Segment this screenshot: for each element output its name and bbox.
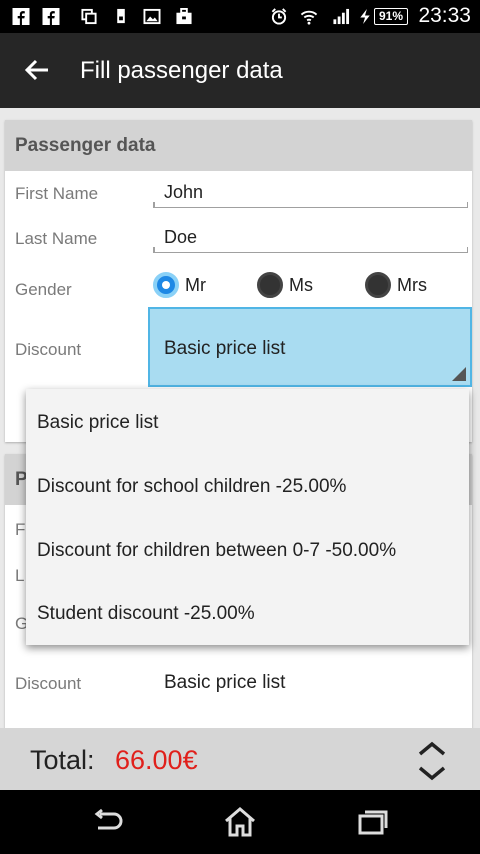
- charging-icon: [360, 8, 370, 25]
- signal-icon: [333, 8, 350, 25]
- gender-label: Gender: [15, 280, 72, 299]
- radio-selected-icon: [153, 272, 179, 298]
- gender-radio-ms[interactable]: Ms: [257, 272, 313, 298]
- last-name-label: Last Name: [15, 229, 98, 248]
- discount-label: Discount: [15, 340, 82, 359]
- recent-apps-icon[interactable]: [355, 806, 391, 838]
- copy-icon: [81, 8, 97, 25]
- gender-radio-mrs[interactable]: Mrs: [365, 272, 427, 298]
- radio-unselected-icon: [257, 272, 283, 298]
- navigation-bar: [0, 790, 480, 854]
- first-name-label: First Name: [15, 184, 99, 203]
- back-icon[interactable]: [90, 806, 126, 838]
- arrow-left-icon[interactable]: [22, 55, 52, 85]
- image-icon: [143, 8, 161, 25]
- section-title: Passenger data: [5, 120, 472, 171]
- gender-radio-mr[interactable]: Mr: [153, 272, 206, 298]
- discount-value-2[interactable]: Basic price list: [164, 672, 285, 694]
- first-name-row: First Name John: [5, 182, 472, 222]
- total-bar: Total: 66.00€: [0, 728, 480, 790]
- action-bar: Fill passenger data: [0, 33, 480, 108]
- first-name-field[interactable]: John: [153, 182, 468, 208]
- gender-row: Gender Mr Ms Mrs: [5, 272, 472, 312]
- dropdown-triangle-icon: [452, 367, 466, 381]
- last-name-field[interactable]: Doe: [153, 227, 468, 253]
- dropdown-option[interactable]: Discount for school children -25.00%: [26, 455, 469, 519]
- radio-unselected-icon: [365, 272, 391, 298]
- total-label: Total:: [30, 745, 95, 775]
- expand-collapse-icon[interactable]: [414, 740, 450, 782]
- clock: 23:33: [418, 4, 471, 27]
- dropdown-option[interactable]: Basic price list: [26, 391, 469, 455]
- alarm-icon: [271, 8, 287, 25]
- discount-dropdown: Basic price list Discount for school chi…: [26, 389, 469, 645]
- radio-label-mr: Mr: [185, 274, 206, 295]
- dropdown-option[interactable]: Student discount -25.00%: [26, 582, 469, 646]
- first-name-label-2: F: [15, 520, 26, 539]
- discount-select[interactable]: Basic price list: [148, 307, 472, 387]
- discount-select-value: Basic price list: [164, 338, 286, 359]
- radio-label-ms: Ms: [289, 274, 313, 295]
- discount-label-2: Discount: [15, 674, 82, 693]
- briefcase-icon: [176, 8, 192, 25]
- radio-label-mrs: Mrs: [397, 274, 427, 295]
- facebook-icon: [42, 8, 60, 25]
- status-bar: 91% 23:33: [0, 0, 480, 33]
- facebook-icon: [12, 8, 30, 25]
- last-name-label-2: L: [15, 566, 25, 585]
- wifi-icon: [300, 10, 318, 25]
- last-name-row: Last Name Doe: [5, 227, 472, 267]
- total-value: 66.00€: [115, 745, 198, 775]
- page-title: Fill passenger data: [80, 57, 283, 84]
- battery-level: 91%: [374, 8, 408, 25]
- dropdown-option[interactable]: Discount for children between 0-7 -50.00…: [26, 519, 469, 583]
- sim-icon: [117, 8, 125, 24]
- home-icon[interactable]: [222, 806, 258, 838]
